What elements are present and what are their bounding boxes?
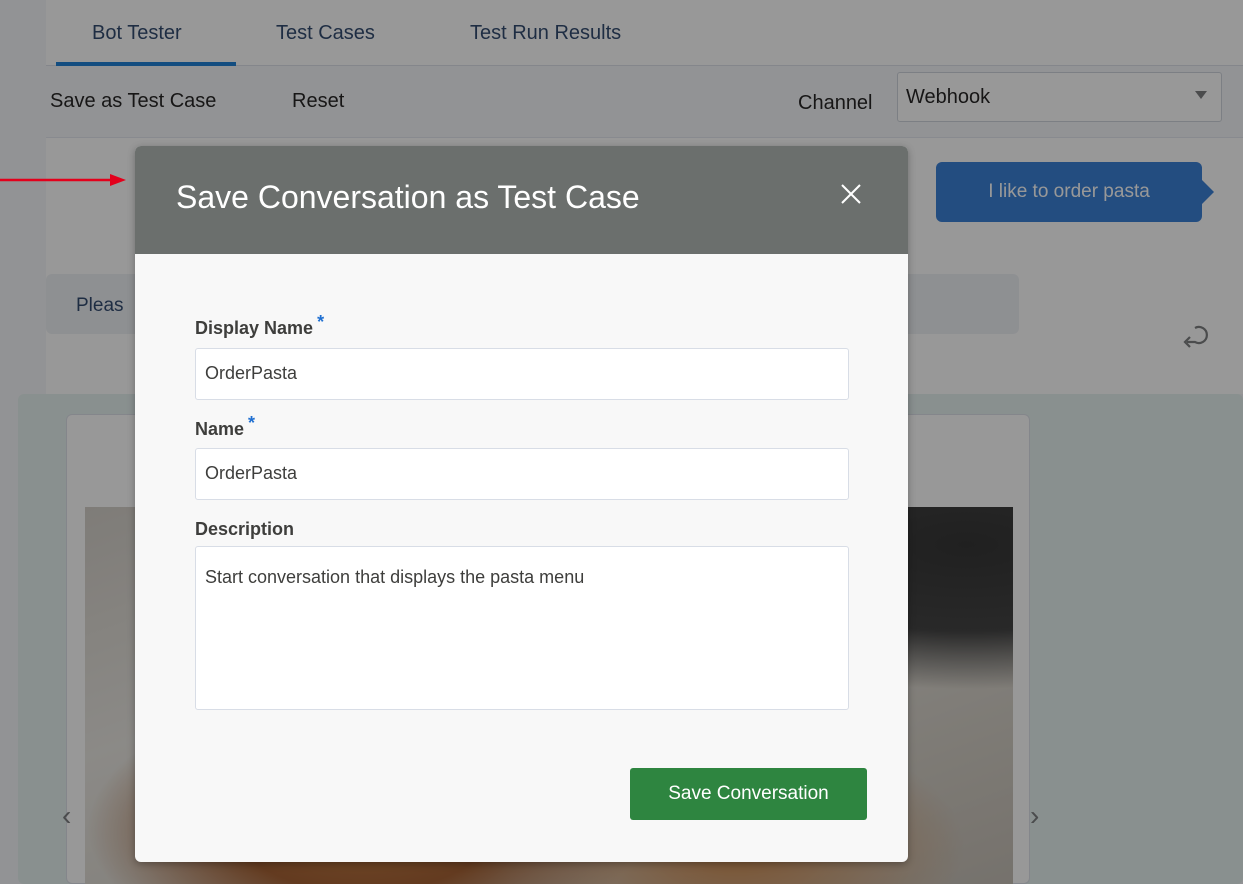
required-marker: * [248, 413, 256, 433]
name-input[interactable]: OrderPasta [195, 448, 849, 500]
save-conversation-button[interactable]: Save Conversation [630, 768, 867, 820]
required-marker: * [317, 312, 325, 332]
name-label-text: Name [195, 419, 245, 439]
name-label: Name * [195, 413, 255, 440]
display-name-label-text: Display Name [195, 318, 314, 338]
description-textarea[interactable]: Start conversation that displays the pas… [195, 546, 849, 710]
dialog-title: Save Conversation as Test Case [176, 179, 640, 215]
save-test-case-dialog: Save Conversation as Test Case Display N… [135, 146, 908, 862]
annotation-arrow [0, 174, 126, 186]
description-label: Description [195, 519, 295, 539]
display-name-label: Display Name * [195, 312, 324, 339]
display-name-input[interactable]: OrderPasta [195, 348, 849, 400]
dialog-header: Save Conversation as Test Case [135, 146, 908, 254]
close-icon[interactable] [837, 180, 865, 208]
